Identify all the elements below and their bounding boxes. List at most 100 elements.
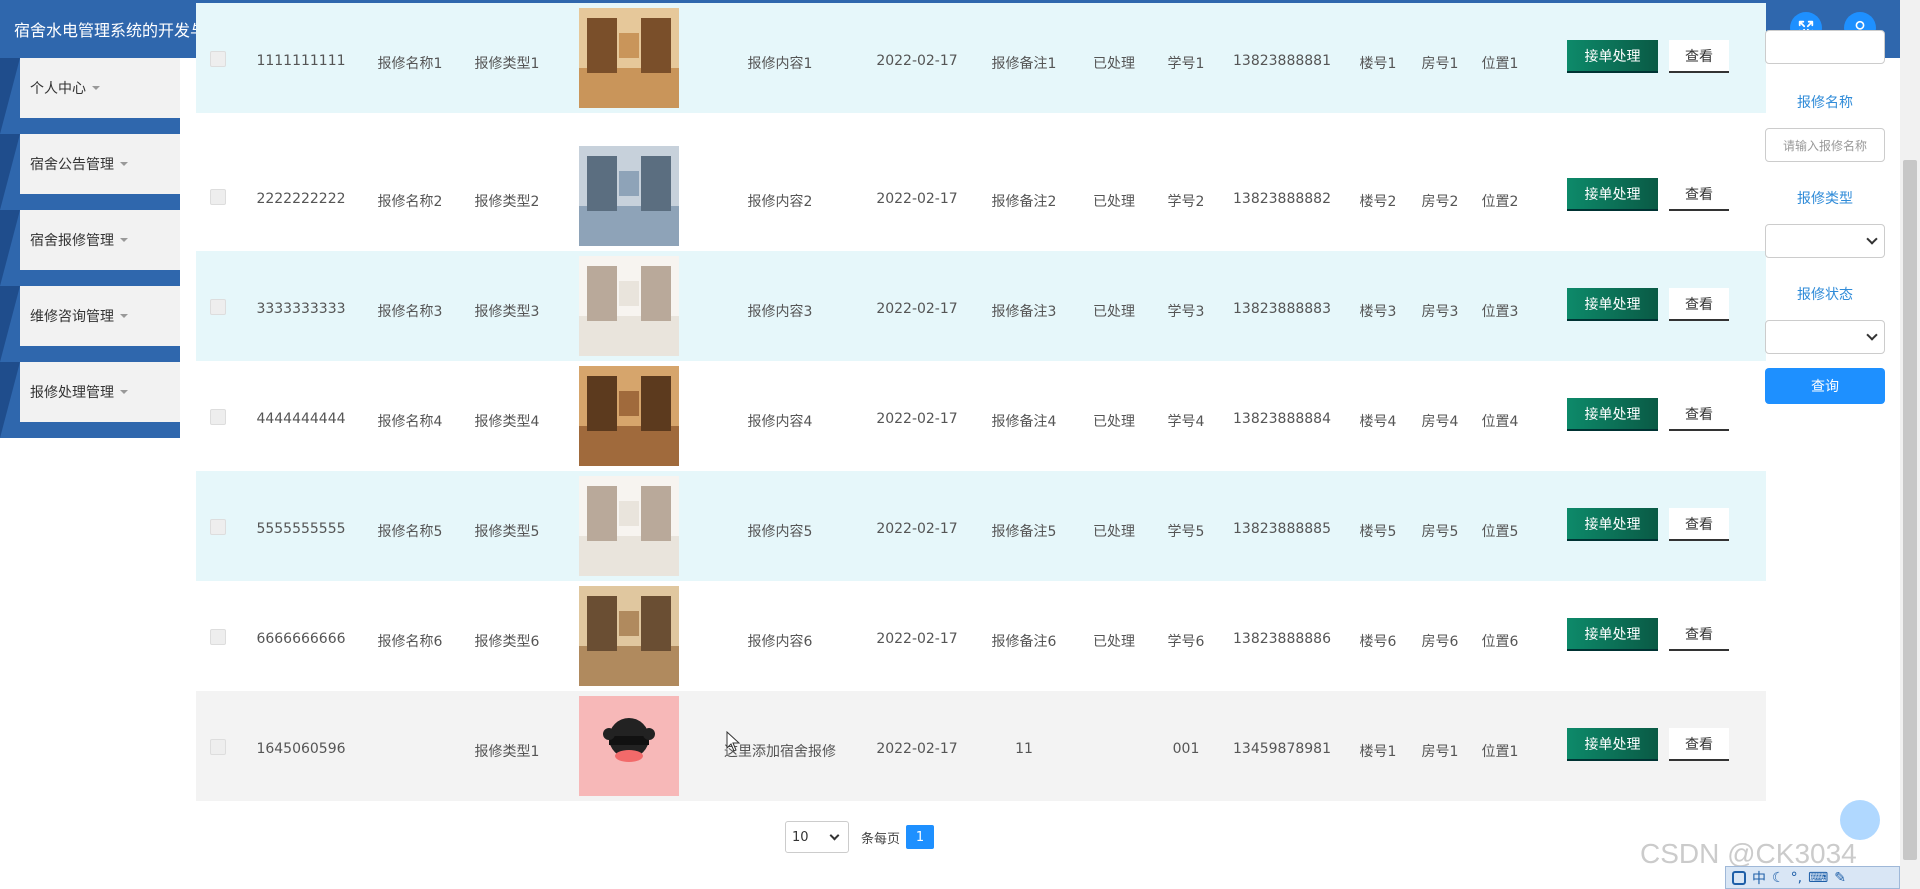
phone-number: 13823888886: [1233, 631, 1331, 647]
row-checkbox[interactable]: [210, 51, 226, 67]
caret-down-icon: [120, 390, 128, 394]
building-number: 楼号6: [1359, 634, 1397, 650]
repair-id: 1111111111: [256, 53, 346, 69]
accept-handle-button[interactable]: 接单处理: [1567, 508, 1658, 541]
table-row: 4444444444 报修名称4 报修类型4 报修内容4 2022-02-17 报修备注4…: [196, 361, 1766, 471]
accept-handle-button[interactable]: 接单处理: [1567, 178, 1658, 211]
view-button[interactable]: 查看: [1669, 618, 1729, 651]
page-button-current[interactable]: 1: [906, 825, 935, 849]
chevron-down-icon: [1866, 329, 1878, 341]
row-checkbox[interactable]: [210, 299, 226, 315]
scrollbar-thumb[interactable]: [1903, 160, 1917, 860]
room-number: 房号6: [1421, 634, 1459, 650]
punctuation-icon: °,: [1790, 869, 1803, 886]
sidebar-item-notice-management[interactable]: 宿舍公告管理: [0, 134, 180, 210]
repair-date: 2022-02-17: [876, 741, 958, 757]
row-checkbox[interactable]: [210, 739, 226, 755]
page-size-value: 10: [792, 829, 809, 845]
caret-down-icon: [92, 86, 100, 90]
repair-id: 4444444444: [256, 411, 346, 427]
accept-handle-button[interactable]: 接单处理: [1567, 40, 1658, 73]
repair-note: 报修备注6: [991, 634, 1057, 650]
table-row: 6666666666 报修名称6 报修类型6 报修内容6 2022-02-17 报修备注6…: [196, 581, 1766, 691]
ime-toolbar[interactable]: 中 ☾ °, ⌨ ✎: [1725, 866, 1900, 889]
page-size-select[interactable]: 10: [785, 821, 849, 853]
student-id: 001: [1172, 741, 1200, 757]
repair-note: 报修备注3: [991, 304, 1057, 320]
sidebar-item-consult-management[interactable]: 维修咨询管理: [0, 286, 180, 362]
cartoon-avatar-image[interactable]: [579, 696, 679, 796]
moon-icon: ☾: [1772, 869, 1785, 886]
repair-note: 报修备注5: [991, 524, 1057, 540]
view-button[interactable]: 查看: [1669, 728, 1729, 761]
repair-type-select[interactable]: [1765, 224, 1885, 258]
room-photo[interactable]: [579, 586, 679, 686]
repair-type: 报修类型1: [474, 744, 540, 760]
row-checkbox[interactable]: [210, 189, 226, 205]
ime-mode[interactable]: 中: [1752, 868, 1766, 888]
accept-handle-button[interactable]: 接单处理: [1567, 398, 1658, 431]
repair-status: 已处理: [1093, 56, 1135, 72]
repair-date: 2022-02-17: [876, 301, 958, 317]
room-number: 房号2: [1421, 194, 1459, 210]
sidebar-item-label: 个人中心: [30, 81, 86, 97]
repair-type: 报修类型3: [474, 304, 540, 320]
view-button[interactable]: 查看: [1669, 508, 1729, 541]
repair-content: 报修内容4: [747, 414, 813, 430]
room-photo[interactable]: [579, 8, 679, 108]
filter-type-label: 报修类型: [1797, 191, 1853, 207]
location: 位置4: [1481, 414, 1519, 430]
repair-status: 已处理: [1093, 414, 1135, 430]
accept-handle-button[interactable]: 接单处理: [1567, 618, 1658, 651]
table-row: 1645060596 报修类型1 这里添加宿舍报修 2022-02-17 11 001 13…: [196, 691, 1766, 801]
keyboard-icon: ⌨: [1808, 869, 1829, 886]
location: 位置5: [1481, 524, 1519, 540]
vertical-scrollbar[interactable]: [1900, 0, 1920, 889]
filter-top-field[interactable]: [1765, 30, 1885, 64]
view-button[interactable]: 查看: [1669, 40, 1729, 73]
view-button[interactable]: 查看: [1669, 288, 1729, 321]
repair-type: 报修类型6: [474, 634, 540, 650]
accept-handle-button[interactable]: 接单处理: [1567, 288, 1658, 321]
student-id: 学号4: [1167, 414, 1205, 430]
search-button[interactable]: 查询: [1765, 368, 1885, 404]
view-button[interactable]: 查看: [1669, 178, 1729, 211]
accept-handle-button[interactable]: 接单处理: [1567, 728, 1658, 761]
room-number: 房号5: [1421, 524, 1459, 540]
room-photo[interactable]: [579, 476, 679, 576]
repair-date: 2022-02-17: [876, 631, 958, 647]
room-photo[interactable]: [579, 366, 679, 466]
sidebar-item-repair-management[interactable]: 宿舍报修管理: [0, 210, 180, 286]
sidebar-item-repair-handle-management[interactable]: 报修处理管理: [0, 362, 180, 438]
location: 位置3: [1481, 304, 1519, 320]
building-number: 楼号3: [1359, 304, 1397, 320]
repair-note: 11: [1015, 741, 1033, 757]
sidebar-item-label: 宿舍公告管理: [30, 157, 114, 173]
room-number: 房号1: [1421, 56, 1459, 72]
row-checkbox[interactable]: [210, 629, 226, 645]
row-checkbox[interactable]: [210, 519, 226, 535]
view-button[interactable]: 查看: [1669, 398, 1729, 431]
building-number: 楼号4: [1359, 414, 1397, 430]
floating-ball[interactable]: [1840, 800, 1880, 840]
row-checkbox[interactable]: [210, 409, 226, 425]
repair-id: 3333333333: [256, 301, 346, 317]
room-photo[interactable]: [579, 146, 679, 246]
location: 位置1: [1481, 56, 1519, 72]
location: 位置1: [1481, 744, 1519, 760]
repair-date: 2022-02-17: [876, 53, 958, 69]
student-id: 学号5: [1167, 524, 1205, 540]
chevron-down-icon: [1866, 233, 1878, 245]
sidebar-item-personal-center[interactable]: 个人中心: [0, 58, 180, 134]
repair-id: 5555555555: [256, 521, 346, 537]
repair-content: 报修内容2: [747, 194, 813, 210]
room-photo[interactable]: [579, 256, 679, 356]
repair-date: 2022-02-17: [876, 191, 958, 207]
caret-down-icon: [120, 314, 128, 318]
settings-icon: ✎: [1834, 869, 1846, 886]
sidebar-item-label: 维修咨询管理: [30, 309, 114, 325]
repair-id: 6666666666: [256, 631, 346, 647]
repair-status-select[interactable]: [1765, 320, 1885, 354]
building-number: 楼号2: [1359, 194, 1397, 210]
repair-name-input[interactable]: 请输入报修名称: [1765, 128, 1885, 162]
